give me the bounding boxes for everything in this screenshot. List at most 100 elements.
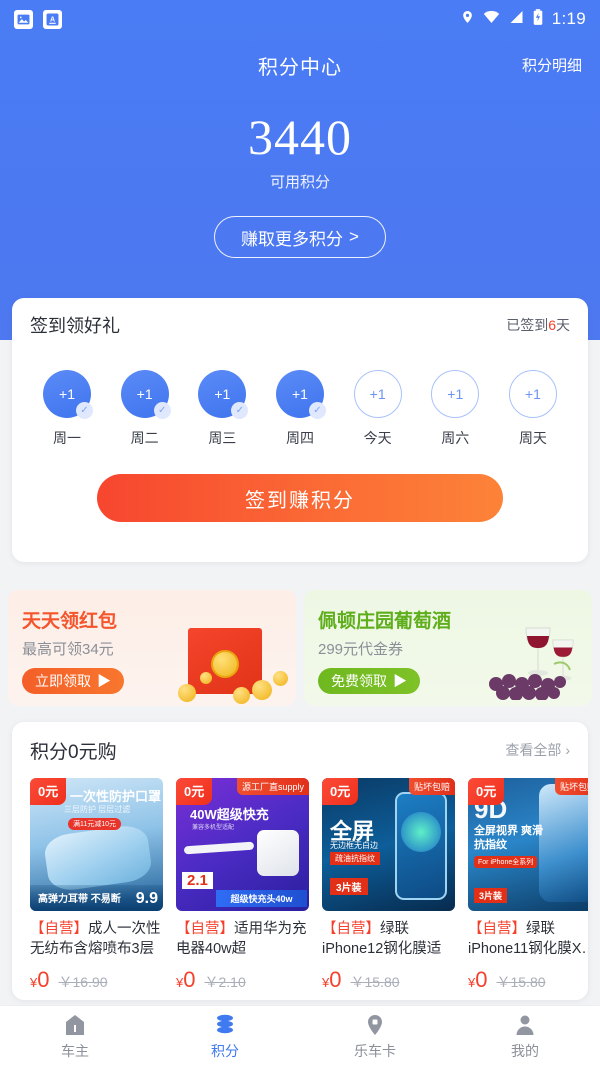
- product-card[interactable]: 0元贴坏包赔9D全屏视界 爽滑抗指纹For iPhone全系列3片装【自营】绿联…: [468, 778, 588, 993]
- coin-illustration: [273, 671, 288, 686]
- streak-prefix: 已签到: [506, 317, 549, 333]
- product-price-row: ¥0 ￥15.80: [322, 967, 455, 993]
- zero-yuan-badge: 0元: [322, 778, 359, 805]
- checkin-streak: 已签到6天: [506, 315, 570, 335]
- checkin-day[interactable]: +1 ✓ 周三: [191, 370, 253, 448]
- checkin-day-reward: +1: [369, 386, 386, 402]
- streak-suffix: 天: [556, 317, 570, 333]
- tab-车主[interactable]: 车主: [0, 1006, 150, 1067]
- product-self-operated-tag: 【自营】: [30, 921, 88, 937]
- points-store-title: 积分0元购: [30, 741, 117, 763]
- checkin-day-circle[interactable]: +1: [508, 370, 557, 418]
- promo-banner-wine[interactable]: 佩顿庄园葡萄酒 299元代金券 免费领取 ▶: [304, 590, 592, 706]
- points-detail-link[interactable]: 积分明细: [522, 55, 582, 76]
- status-bar: A 1:19: [0, 0, 600, 38]
- grapes-illustration: [489, 661, 571, 700]
- product-corner-badge: 贴坏包赔: [554, 778, 588, 795]
- promo-title: 佩顿庄园葡萄酒: [318, 611, 452, 632]
- promo-banner-redpacket[interactable]: 天天领红包 最高可领34元 立即领取 ▶: [8, 590, 296, 706]
- status-bar-indicators: 1:19: [461, 8, 586, 30]
- chevron-right-icon: ›: [565, 742, 570, 758]
- promo-subtitle: 299元代金券: [318, 641, 404, 658]
- product-price-row: ¥0 ￥15.80: [468, 967, 588, 993]
- product-card[interactable]: 0元 源工厂直supply 40W超级快充 兼容多机型适配 2.1 超级快充头40w 【自营…: [176, 778, 309, 993]
- checkin-card: 签到领好礼 已签到6天 +1 ✓ 周一 +1 ✓ 周二 +1 ✓ 周三 +1 ✓ 周四 +1 今天 +1 周六…: [12, 298, 588, 562]
- product-price-row: ¥0 ￥16.90: [30, 967, 163, 993]
- chevron-right-icon: >: [349, 227, 359, 246]
- tab-乐车卡[interactable]: 乐车卡: [300, 1006, 450, 1067]
- points-store-card: 积分0元购 查看全部 › 0元 一次性防护口罩 三层防护 层层过滤 满11元减10元高…: [12, 722, 588, 1000]
- tab-我的[interactable]: 我的: [450, 1006, 600, 1067]
- streak-count: 6: [548, 317, 556, 333]
- product-list[interactable]: 0元 一次性防护口罩 三层防护 层层过滤 满11元减10元 高弹力耳带 不易断 9.9 【自…: [12, 778, 588, 993]
- checkin-day-circle[interactable]: +1 ✓: [120, 370, 171, 419]
- product-original-price: ￥15.80: [496, 974, 546, 990]
- checkin-day-circle[interactable]: +1 ✓: [198, 370, 249, 419]
- check-icon: ✓: [153, 402, 171, 419]
- promo-title: 天天领红包: [22, 611, 118, 632]
- price-amount: 0: [329, 967, 342, 992]
- card-pin-icon: [363, 1013, 387, 1037]
- product-current-price: ¥0: [468, 967, 487, 993]
- checkin-day-circle[interactable]: +1: [353, 370, 402, 418]
- checkin-day-reward: +1: [524, 386, 541, 402]
- points-summary: 3440 可用积分 赚取更多积分 >: [0, 110, 600, 258]
- checkin-day-circle[interactable]: +1: [431, 370, 480, 418]
- checkin-day-circle[interactable]: +1 ✓: [275, 370, 326, 419]
- view-all-label: 查看全部: [505, 742, 562, 758]
- checkin-day[interactable]: +1 周六: [424, 370, 486, 448]
- free-claim-button[interactable]: 免费领取 ▶: [318, 668, 420, 694]
- checkin-day-reward: +1: [136, 386, 153, 402]
- claim-now-button[interactable]: 立即领取 ▶: [22, 668, 124, 694]
- checkin-day[interactable]: +1 ✓ 周二: [114, 370, 176, 448]
- product-card[interactable]: 0元 一次性防护口罩 三层防护 层层过滤 满11元减10元 高弹力耳带 不易断 9.9 【自…: [30, 778, 163, 993]
- checkin-day-reward: +1: [59, 386, 75, 402]
- free-claim-label: 免费领取: [331, 673, 387, 689]
- tab-label: 乐车卡: [354, 1042, 396, 1059]
- coin-illustration: [178, 684, 196, 702]
- promo-subtitle: 最高可领34元: [22, 641, 114, 658]
- checkin-day[interactable]: +1 今天: [347, 370, 409, 448]
- status-bar-time: 1:19: [551, 9, 586, 28]
- price-amount: 0: [37, 967, 50, 992]
- page-title: 积分中心: [258, 56, 342, 79]
- product-thumbnail[interactable]: 0元 贴坏包赔 全屏 无边框无白边 疏油抗指纹 3片装: [322, 778, 455, 911]
- checkin-day-label: 周二: [130, 430, 159, 446]
- checkin-day[interactable]: +1 周天: [502, 370, 564, 448]
- product-thumbnail[interactable]: 0元 一次性防护口罩 三层防护 层层过滤 满11元减10元 高弹力耳带 不易断 9.9: [30, 778, 163, 911]
- checkin-day-circle[interactable]: +1 ✓: [43, 370, 93, 419]
- checkin-day-reward: +1: [214, 386, 231, 402]
- product-original-price: ￥15.80: [350, 974, 400, 990]
- earn-more-points-label: 赚取更多积分: [241, 229, 344, 249]
- product-current-price: ¥0: [30, 967, 49, 993]
- tab-label: 积分: [211, 1042, 239, 1059]
- checkin-day-label: 周一: [53, 430, 81, 446]
- check-icon: ✓: [308, 402, 326, 419]
- signin-earn-points-button[interactable]: 签到赚积分: [97, 474, 503, 522]
- checkin-day[interactable]: +1 ✓ 周一: [36, 370, 98, 448]
- checkin-day-label: 周天: [518, 430, 547, 446]
- product-price-row: ¥0 ￥2.10: [176, 967, 309, 993]
- view-all-link[interactable]: 查看全部 ›: [505, 740, 570, 760]
- checkin-day-label: 周三: [208, 430, 237, 446]
- points-store-header: 积分0元购 查看全部 ›: [12, 722, 588, 778]
- points-value: 3440: [248, 109, 352, 165]
- checkin-day[interactable]: +1 ✓ 周四: [269, 370, 331, 448]
- tab-积分[interactable]: 积分: [150, 1006, 300, 1067]
- location-icon: [461, 9, 474, 30]
- product-thumbnail[interactable]: 0元 源工厂直supply 40W超级快充 兼容多机型适配 2.1 超级快充头40w: [176, 778, 309, 911]
- app-a-icon: A: [43, 9, 62, 29]
- points-center-page: A 1:19 积分中心 积分明细 3440 可用积分 赚取更多积分 > 签到领好…: [0, 0, 600, 1067]
- product-self-operated-tag: 【自营】: [176, 921, 234, 937]
- product-thumbnail[interactable]: 0元贴坏包赔9D全屏视界 爽滑抗指纹For iPhone全系列3片装: [468, 778, 588, 911]
- promo-banners: 天天领红包 最高可领34元 立即领取 ▶ 佩顿庄园葡萄酒 299元代金券 免费领…: [8, 590, 592, 706]
- product-card[interactable]: 0元 贴坏包赔 全屏 无边框无白边 疏油抗指纹 3片装 【自营】绿联iPhone12钢化膜适…: [322, 778, 455, 993]
- claim-now-label: 立即领取: [35, 673, 91, 689]
- product-self-operated-tag: 【自营】: [322, 921, 380, 937]
- zero-yuan-badge: 0元: [468, 778, 505, 805]
- price-amount: 0: [183, 967, 196, 992]
- product-current-price: ¥0: [176, 967, 195, 993]
- product-current-price: ¥0: [322, 967, 341, 993]
- product-corner-badge: 源工厂直supply: [236, 778, 309, 795]
- earn-more-points-button[interactable]: 赚取更多积分 >: [214, 216, 386, 258]
